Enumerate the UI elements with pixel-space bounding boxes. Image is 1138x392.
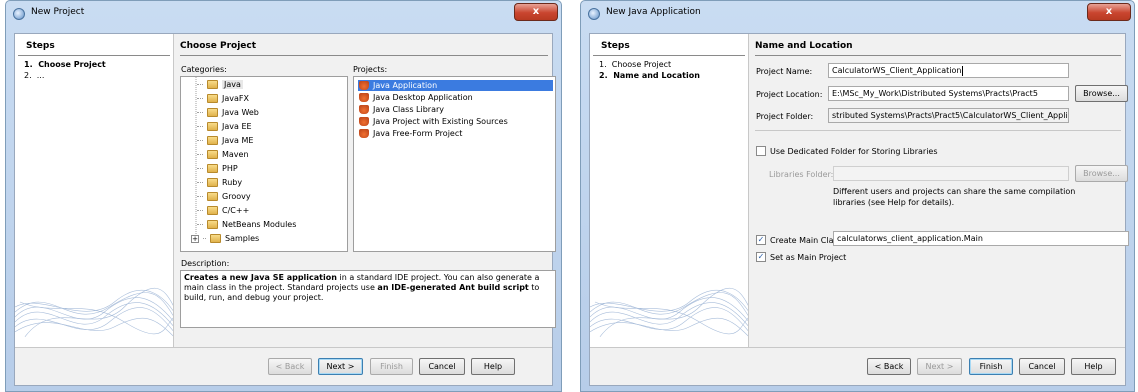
java-cup-icon [359,117,369,126]
folder-icon [207,136,218,145]
window-title: New Java Application [606,7,701,17]
browse-location-button[interactable]: Browse... [1075,85,1128,102]
window-title: New Project [31,7,85,17]
category-ruby[interactable]: Ruby [197,178,242,187]
categories-label: Categories: [181,65,227,74]
category-java-web[interactable]: Java Web [197,108,259,117]
category-java-me[interactable]: Java ME [197,136,253,145]
project-folder-label: Project Folder: [756,112,814,121]
category-java-ee[interactable]: Java EE [197,122,252,131]
back-button[interactable]: < Back [867,358,911,375]
new-project-dialog: New Project x Steps 1. Choose Project 2.… [5,0,562,392]
category-java[interactable]: Java [197,80,243,89]
browse-libraries-button[interactable]: Browse... [1075,165,1128,182]
category-netbeans-modules[interactable]: NetBeans Modules [197,220,296,229]
folder-icon [207,94,218,103]
cancel-button[interactable]: Cancel [1019,358,1065,375]
text-cursor [962,65,964,76]
project-name-field[interactable]: CalculatorWS_Client_Application [828,63,1069,78]
folder-icon [207,192,218,201]
categories-tree[interactable]: Java JavaFX Java Web Java EE Java ME Mav… [180,76,348,252]
folder-icon [207,108,218,117]
project-java-application[interactable]: Java Application [358,80,553,91]
step-2: 2. ... [24,71,45,80]
title-bar[interactable]: New Project x [6,1,561,28]
close-button[interactable]: x [514,3,558,21]
finish-button[interactable]: Finish [969,358,1013,375]
java-cup-icon [359,93,369,102]
category-samples[interactable]: + Samples [191,234,259,243]
project-location-label: Project Location: [756,90,823,99]
folder-icon [207,150,218,159]
folder-icon [207,206,218,215]
libraries-folder-label: Libraries Folder: [769,170,834,179]
project-java-desktop-application[interactable]: Java Desktop Application [358,92,553,103]
java-cup-icon [359,81,369,90]
expand-plus-icon[interactable]: + [191,234,199,243]
steps-panel: Steps 1. Choose Project 2. ... [15,34,174,385]
dialog-content: Steps 1. Choose Project 2. Name and Loca… [589,33,1129,386]
step-1: 1. Choose Project [24,60,106,69]
button-bar: < Back Next > Finish Cancel Help [15,347,552,385]
step-2: 2. Name and Location [599,71,700,80]
help-button[interactable]: Help [1071,358,1116,375]
back-button[interactable]: < Back [268,358,312,375]
category-groovy[interactable]: Groovy [197,192,251,201]
category-javafx[interactable]: JavaFX [197,94,249,103]
category-c-cpp[interactable]: C/C++ [197,206,249,215]
folder-icon [207,80,218,89]
cancel-button[interactable]: Cancel [419,358,465,375]
close-button[interactable]: x [1087,3,1131,21]
folder-icon [207,122,218,131]
set-main-project-label[interactable]: Set as Main Project [770,253,846,262]
button-bar: < Back Next > Finish Cancel Help [590,347,1125,385]
project-java-existing-sources[interactable]: Java Project with Existing Sources [358,116,553,127]
create-main-class-label[interactable]: Create Main Class [770,236,842,245]
steps-panel: Steps 1. Choose Project 2. Name and Loca… [590,34,749,385]
dedicated-folder-label[interactable]: Use Dedicated Folder for Storing Librari… [770,147,938,156]
category-php[interactable]: PHP [197,164,238,173]
set-main-project-checkbox[interactable]: ✓ [756,252,766,262]
project-name-label: Project Name: [756,67,813,76]
decorative-waves-image [590,287,748,337]
java-cup-icon [359,129,369,138]
title-bar[interactable]: New Java Application x [581,1,1134,28]
dedicated-folder-checkbox[interactable] [756,146,766,156]
next-button[interactable]: Next > [917,358,962,375]
project-java-class-library[interactable]: Java Class Library [358,104,553,115]
description-label: Description: [181,259,230,268]
libraries-folder-field [833,166,1069,181]
finish-button[interactable]: Finish [370,358,413,375]
project-location-field[interactable]: E:\MSc_My_Work\Distributed Systems\Pract… [828,86,1069,101]
category-maven[interactable]: Maven [197,150,249,159]
folder-icon [207,164,218,173]
dialog-content: Steps 1. Choose Project 2. ... Choose Pr… [14,33,556,386]
description-box: Creates a new Java SE application in a s… [180,270,556,328]
projects-list[interactable]: Java Application Java Desktop Applicatio… [353,76,556,252]
libraries-note-line-2: libraries (see Help for details). [833,198,955,207]
next-button[interactable]: Next > [318,358,363,375]
netbeans-app-icon [13,8,25,20]
panel-heading: Choose Project [180,41,548,56]
separator [755,130,1121,131]
main-class-field[interactable]: calculatorws_client_application.Main [833,231,1129,246]
libraries-note-line-1: Different users and projects can share t… [833,187,1076,196]
folder-icon [210,234,221,243]
project-java-free-form[interactable]: Java Free-Form Project [358,128,553,139]
projects-label: Projects: [353,65,388,74]
help-button[interactable]: Help [471,358,515,375]
panel-heading: Name and Location [755,41,1121,56]
folder-icon [207,220,218,229]
create-main-class-checkbox[interactable]: ✓ [756,235,766,245]
decorative-waves-image [15,287,173,337]
new-java-application-dialog: New Java Application x Steps 1. Choose P… [580,0,1135,392]
netbeans-app-icon [588,8,600,20]
step-1: 1. Choose Project [599,60,672,69]
java-cup-icon [359,105,369,114]
steps-heading: Steps [593,34,745,56]
project-folder-field: stributed Systems\Practs\Pract5\Calculat… [828,108,1069,123]
folder-icon [207,178,218,187]
steps-heading: Steps [18,34,170,56]
